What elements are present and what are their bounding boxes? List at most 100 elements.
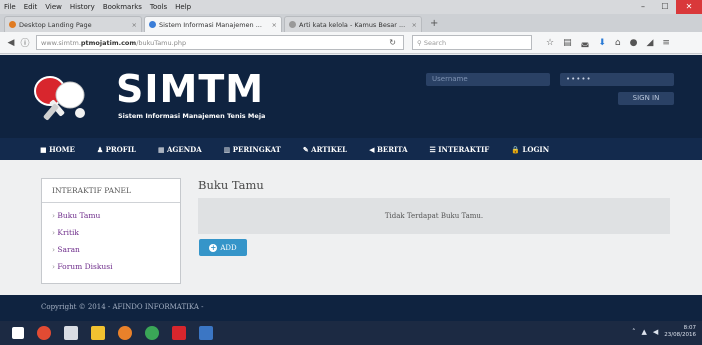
chart-icon: ▥ [223,144,231,154]
home-browser-icon[interactable]: ⌂ [615,38,621,48]
menu-bookmarks[interactable]: Bookmarks [103,3,142,11]
panel-item-saran[interactable]: Saran [52,245,170,254]
site-header: SIMTM Sistem Informasi Manajemen Tenis M… [0,55,702,138]
back-icon[interactable]: ◀ [4,38,18,48]
nav-label: PROFIL [105,144,136,154]
nav-label: ARTIKEL [311,144,348,154]
chat-icon: ☰ [429,144,436,154]
close-tab-icon[interactable]: × [272,21,277,29]
bookmark-star-icon[interactable]: ☆ [546,38,554,48]
add-button[interactable]: + ADD [199,239,247,256]
clock-time: 8:07 [683,325,696,331]
page-title: Buku Tamu [198,178,264,192]
site-title: SIMTM [116,67,265,111]
main-nav: ■ HOME ♟ PROFIL ▦ AGENDA ▥ PERINGKAT ✎ A… [0,138,702,160]
panel-item-kritik[interactable]: Kritik [52,228,170,237]
clock-date: 23/08/2016 [664,332,696,338]
lock-icon: 🔒 [511,144,520,154]
menu-file[interactable]: File [4,3,16,11]
windows-start-icon[interactable] [12,327,24,339]
hamburger-menu-icon[interactable]: ≡ [662,38,670,48]
search-icon: ⚲ [417,38,424,47]
nav-label: INTERAKTIF [438,144,490,154]
pencil-icon: ✎ [302,144,309,154]
menu-view[interactable]: View [45,3,62,11]
maximize-button[interactable]: ☐ [654,0,676,14]
site-favicon-icon [149,21,156,28]
volume-icon[interactable]: ◀ [653,328,658,336]
panel-menu: Buku Tamu Kritik Saran Forum Diskusi [42,203,180,287]
photos-icon[interactable] [199,326,213,340]
nav-label: HOME [49,144,75,154]
windows-taskbar: ˄ ▲ ◀ 8:07 23/08/2016 [0,321,702,345]
nav-login[interactable]: 🔒 LOGIN [511,145,549,154]
pocket-icon[interactable]: ◛ [581,38,590,48]
sync-icon[interactable]: ● [630,38,638,48]
nav-berita[interactable]: ◀ BERITA [369,145,407,154]
tab-desktop-landing[interactable]: Desktop Landing Page × [4,16,142,32]
firefox-icon [9,21,16,28]
extension-icon[interactable]: ◢ [646,38,653,48]
tab-label: Sistem Informasi Manajemen ... [159,20,262,29]
panel-title: INTERAKTIF PANEL [42,179,180,203]
url-host: ptmojatim.com [80,38,137,47]
copyright-text: Copyright © 2014 - AFINDO INFORMATIKA - [41,303,204,311]
file-explorer-icon[interactable] [91,326,105,340]
interaktif-panel: INTERAKTIF PANEL Buku Tamu Kritik Saran … [41,178,181,284]
firefox-icon[interactable] [118,326,132,340]
browser-menubar: File Edit View History Bookmarks Tools H… [0,0,702,14]
info-icon[interactable]: ⓘ [18,36,32,49]
reload-icon[interactable]: ↻ [389,38,399,47]
tray-arrow-icon[interactable]: ˄ [632,328,636,336]
site-subtitle: Sistem Informasi Manajemen Tenis Meja [118,112,266,120]
username-input[interactable]: Username [426,73,550,86]
menu-edit[interactable]: Edit [24,3,38,11]
nav-profil[interactable]: ♟ PROFIL [97,145,136,154]
download-icon[interactable]: ⬇ [598,38,606,48]
close-window-button[interactable]: ✕ [676,0,702,14]
url-prefix: www.simtm. [41,38,81,47]
app-icon[interactable] [37,326,51,340]
nav-home[interactable]: ■ HOME [40,145,75,154]
sign-in-button[interactable]: SIGN IN [618,92,674,105]
tab-label: Desktop Landing Page [19,20,92,29]
tab-label: Arti kata kelola - Kamus Besar ... [299,20,406,29]
network-icon[interactable]: ▲ [642,328,647,336]
window-controls: – ☐ ✕ [632,0,702,14]
url-path: /bukuTamu.php [136,38,187,47]
system-tray: ˄ ▲ ◀ 8:07 23/08/2016 [632,325,696,339]
password-input[interactable]: ••••• [560,73,674,86]
reader-icon[interactable]: ▤ [563,38,572,48]
system-clock[interactable]: 8:07 23/08/2016 [664,325,696,339]
panel-item-buku-tamu[interactable]: Buku Tamu [52,211,170,220]
menu-tools[interactable]: Tools [150,3,167,11]
empty-state-message: Tidak Terdapat Buku Tamu. [198,198,670,234]
nav-agenda[interactable]: ▦ AGENDA [158,145,202,154]
chrome-icon[interactable] [145,326,159,340]
menu-history[interactable]: History [70,3,95,11]
nav-interaktif[interactable]: ☰ INTERAKTIF [430,145,490,154]
task-view-icon[interactable] [64,326,78,340]
url-bar[interactable]: www.simtm. ptmojatim.com/bukuTamu.php ↻ [36,35,404,50]
site-footer: Copyright © 2014 - AFINDO INFORMATIKA - [0,295,702,321]
nav-peringkat[interactable]: ▥ PERINGKAT [224,145,281,154]
tab-simtm[interactable]: Sistem Informasi Manajemen ... × [144,16,282,32]
nav-artikel[interactable]: ✎ ARTIKEL [303,145,347,154]
site-favicon-icon [289,21,296,28]
nav-label: AGENDA [167,144,202,154]
browser-toolbar-icons: ☆ ▤ ◛ ⬇ ⌂ ● ◢ ≡ [546,38,670,48]
browser-search-input[interactable]: ⚲ Search [412,35,532,50]
menu-help[interactable]: Help [175,3,191,11]
app-red-icon[interactable] [172,326,186,340]
nav-label: PERINGKAT [232,144,281,154]
tab-kamus[interactable]: Arti kata kelola - Kamus Besar ... × [284,16,422,32]
minimize-button[interactable]: – [632,0,654,14]
main-content: INTERAKTIF PANEL Buku Tamu Kritik Saran … [0,160,702,295]
close-tab-icon[interactable]: × [412,21,417,29]
close-tab-icon[interactable]: × [132,21,137,29]
panel-item-forum-diskusi[interactable]: Forum Diskusi [52,262,170,271]
new-tab-button[interactable]: + [424,16,444,32]
megaphone-icon: ◀ [369,144,375,154]
browser-tabs: Desktop Landing Page × Sistem Informasi … [0,14,702,32]
add-label: ADD [220,243,237,252]
